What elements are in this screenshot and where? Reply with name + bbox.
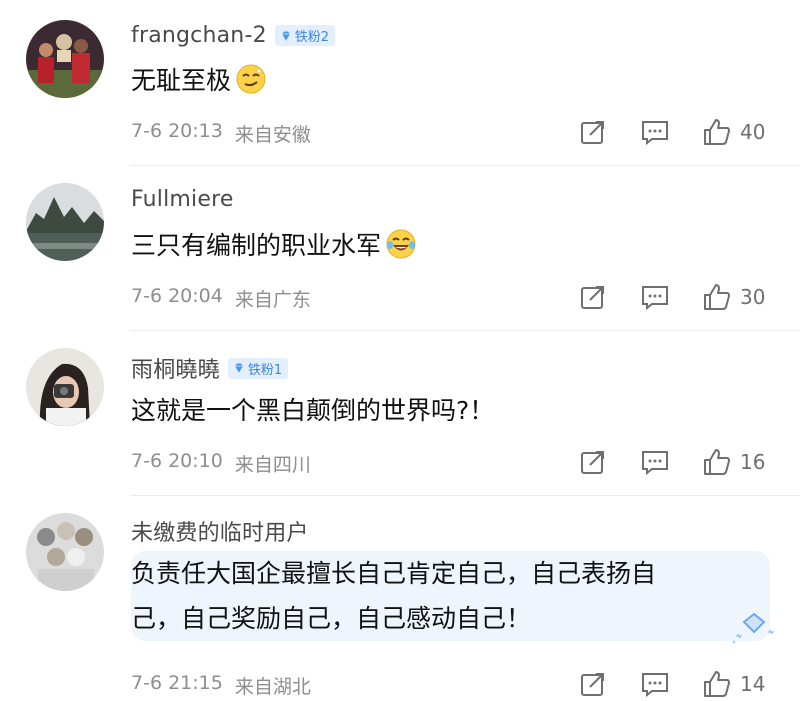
comment-item: 雨桐曉曉 铁粉1 这就是一个黑白颠倒的世界吗?！ 7-6 20:10 来自四川 …: [0, 330, 800, 495]
like-count: 30: [740, 285, 766, 309]
comment-time: 7-6 20:13: [131, 120, 223, 142]
comment-location: 来自广东: [234, 289, 311, 311]
comment-icon[interactable]: [640, 282, 670, 312]
username[interactable]: 雨桐曉曉: [131, 352, 220, 384]
comment-time: 7-6 20:04: [131, 285, 223, 307]
username[interactable]: 未缴费的临时用户: [131, 515, 309, 547]
badge-label: 铁粉1: [247, 362, 283, 378]
tears-of-joy-emoji-icon: [385, 228, 417, 274]
comment-location: 来自湖北: [234, 676, 311, 698]
avatar[interactable]: [26, 348, 104, 426]
comment-text-line: 己，自己奖励自己，自己感动自己！: [131, 604, 532, 633]
like-count: 14: [740, 672, 766, 696]
comment-actions: 40: [578, 117, 765, 147]
comment-text-line: 负责任大国企最擅长自己肯定自己，自己表扬自: [131, 559, 657, 588]
comment-location: 来自四川: [234, 454, 311, 476]
comment-icon[interactable]: [640, 669, 670, 699]
name-row: 雨桐曉曉 铁粉1: [131, 352, 289, 384]
comment-icon[interactable]: [640, 447, 670, 477]
diamond-icon: [281, 31, 290, 40]
name-row: frangchan-2 铁粉2: [131, 23, 336, 48]
comment-item: 未缴费的临时用户 负责任大国企最擅长自己肯定自己，自己表扬自 己，自己奖励自己，…: [0, 495, 800, 701]
fan-badge: 铁粉2: [274, 25, 336, 46]
like-button[interactable]: 16: [702, 447, 765, 477]
avatar-image: [26, 348, 104, 426]
fan-badge: 铁粉1: [227, 357, 289, 379]
share-icon[interactable]: [578, 282, 608, 312]
name-row: Fullmiere: [131, 187, 234, 212]
like-count: 40: [740, 120, 766, 144]
smirk-emoji-icon: [235, 63, 267, 109]
thumbs-up-icon: [704, 284, 730, 310]
like-button[interactable]: 14: [702, 669, 765, 699]
diamond-icon: [234, 363, 243, 373]
share-icon[interactable]: [578, 669, 608, 699]
comment-item: frangchan-2 铁粉2 无耻至极 7-6 20:13 来自安徽 40: [0, 0, 800, 165]
username[interactable]: frangchan-2: [131, 23, 267, 48]
comment-meta: 7-6 21:15 来自湖北: [131, 672, 311, 699]
comment-time: 7-6 20:10: [131, 450, 223, 472]
comment-icon[interactable]: [640, 117, 670, 147]
diamond-sparkle-icon: [732, 612, 774, 644]
comment-text: 三只有编制的职业水军: [131, 223, 760, 274]
comment-text: 这就是一个黑白颠倒的世界吗?！: [131, 388, 760, 433]
comment-meta: 7-6 20:10 来自四川: [131, 450, 311, 477]
comment-time: 7-6 21:15: [131, 672, 223, 694]
comment-text: 无耻至极: [131, 58, 760, 109]
comment-location: 来自安徽: [234, 124, 311, 146]
avatar-image: [26, 20, 104, 98]
comment-text-body: 这就是一个黑白颠倒的世界吗?！: [131, 396, 495, 425]
like-count: 16: [740, 450, 766, 474]
comment-actions: 14: [578, 669, 765, 699]
comment-item: Fullmiere 三只有编制的职业水军 7-6 20:04 来自广东 30: [0, 165, 800, 330]
comment-actions: 30: [578, 282, 765, 312]
like-button[interactable]: 30: [702, 282, 765, 312]
thumbs-up-icon: [704, 671, 730, 697]
avatar[interactable]: [26, 20, 104, 98]
thumbs-up-icon: [704, 119, 730, 145]
badge-label: 铁粉2: [294, 30, 330, 45]
avatar-image: [26, 513, 104, 591]
comment-text-body: 三只有编制的职业水军: [131, 231, 382, 260]
username[interactable]: Fullmiere: [131, 187, 234, 212]
avatar[interactable]: [26, 513, 104, 591]
name-row: 未缴费的临时用户: [131, 515, 309, 547]
share-icon[interactable]: [578, 447, 608, 477]
comment-text: 负责任大国企最擅长自己肯定自己，自己表扬自 己，自己奖励自己，自己感动自己！: [131, 551, 770, 641]
comment-actions: 16: [578, 447, 765, 477]
thumbs-up-icon: [704, 449, 730, 475]
like-button[interactable]: 40: [702, 117, 765, 147]
comment-feed: frangchan-2 铁粉2 无耻至极 7-6 20:13 来自安徽 40 F…: [0, 0, 800, 701]
comment-meta: 7-6 20:04 来自广东: [131, 285, 311, 312]
share-icon[interactable]: [578, 117, 608, 147]
comment-meta: 7-6 20:13 来自安徽: [131, 120, 311, 147]
comment-text-body: 无耻至极: [131, 66, 232, 95]
avatar[interactable]: [26, 183, 104, 261]
avatar-image: [26, 183, 104, 261]
